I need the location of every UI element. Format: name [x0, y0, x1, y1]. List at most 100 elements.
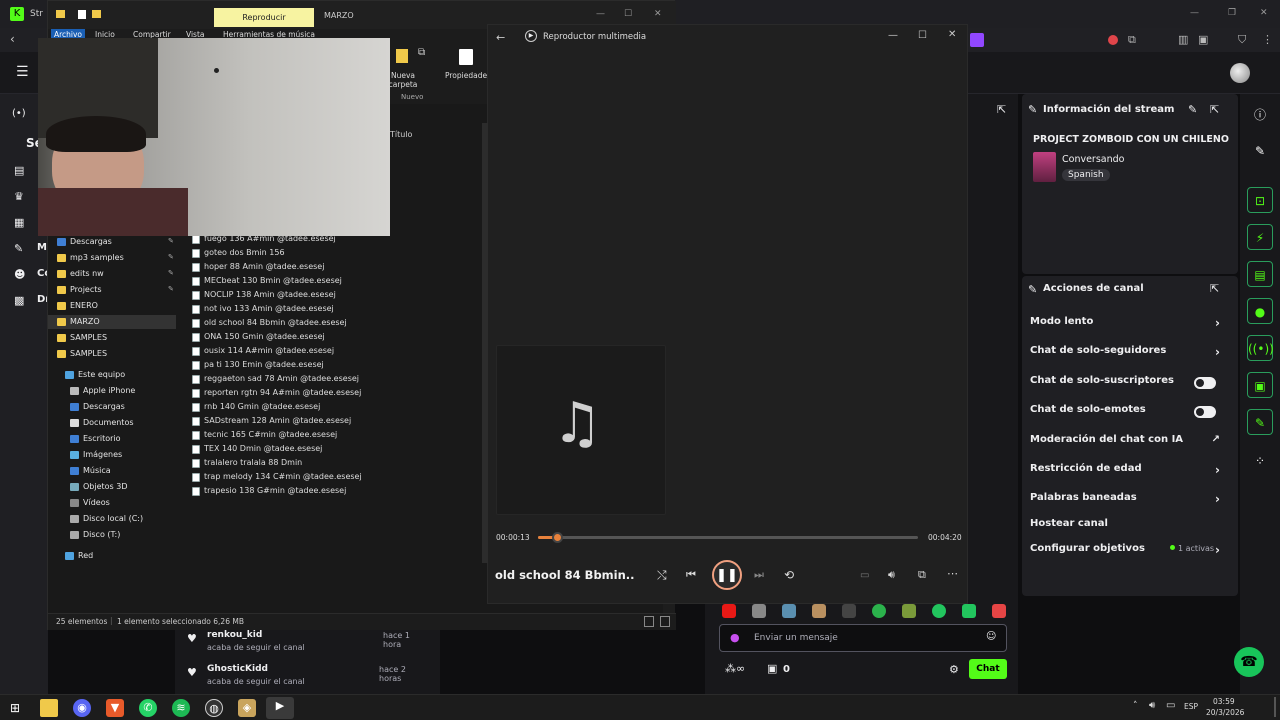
spotify-icon[interactable]: ≋ [172, 699, 190, 717]
emote-icon[interactable] [992, 604, 1006, 618]
file-row[interactable]: old school 84 Bbmin @tadee.esesej [186, 316, 482, 329]
file-row[interactable]: SADstream 128 Amin @tadee.esesej [192, 416, 351, 426]
file-row[interactable]: trapesio 138 G#min @tadee.esesej [192, 486, 346, 496]
brave-icon[interactable]: ▼ [106, 699, 124, 717]
nav-item[interactable]: Imágenes [70, 450, 122, 459]
broadcast-icon[interactable]: ((•)) [1247, 335, 1274, 361]
clock-time[interactable]: 03:59 [1213, 697, 1235, 706]
gift-icon[interactable]: ▣ [767, 662, 777, 675]
nav-item[interactable]: ENERO [57, 301, 98, 310]
emote-icon[interactable] [752, 604, 766, 618]
more-options-icon[interactable]: ⋯ [947, 567, 958, 580]
whatsapp-icon[interactable]: ✆ [139, 699, 157, 717]
media-player-taskbar-icon[interactable]: ▶ [266, 697, 294, 719]
emote-icon[interactable] [872, 604, 886, 618]
nav-item[interactable]: Disco (T:) [70, 530, 120, 539]
clock-date[interactable]: 20/3/2026 [1206, 708, 1244, 717]
chart-icon[interactable]: ▤ [14, 164, 24, 177]
file-row[interactable]: goteo dos Bmin 156 [192, 248, 285, 258]
nav-item[interactable]: Objetos 3D [70, 482, 128, 491]
record-icon[interactable] [1108, 35, 1118, 45]
subtitles-icon[interactable]: ▭ [860, 570, 869, 581]
mic-icon[interactable]: ● [730, 631, 740, 644]
language-indicator[interactable]: ESP [1184, 702, 1198, 711]
properties-icon[interactable] [459, 49, 473, 65]
emotes-only-toggle[interactable] [1194, 406, 1216, 418]
file-row[interactable]: trap melody 134 C#min @tadee.esesej [192, 472, 362, 482]
file-row[interactable]: hoper 88 Amin @tadee.esesej [192, 262, 324, 272]
properties-button[interactable]: Propiedades [445, 71, 491, 80]
broadcast-icon[interactable]: (•) [12, 108, 26, 119]
emote-icon[interactable] [722, 604, 736, 618]
popout-icon[interactable]: ⇱ [1210, 282, 1219, 295]
nav-item[interactable]: SAMPLES [57, 333, 107, 342]
nav-item[interactable]: Projects [57, 285, 102, 294]
lightning-icon[interactable]: ⚡ [1247, 224, 1273, 250]
browser-tab-title[interactable]: Str [30, 9, 43, 19]
app-icon[interactable]: ◈ [238, 699, 256, 717]
minimize-button[interactable]: — [888, 30, 898, 41]
stream-category[interactable]: Conversando [1062, 154, 1124, 165]
close-button[interactable]: ✕ [654, 9, 662, 19]
minimize-button[interactable]: — [596, 9, 605, 19]
edit-icon[interactable]: ✎ [1188, 103, 1197, 116]
notes-icon[interactable]: ▤ [1247, 261, 1273, 287]
pin-icon[interactable]: ✎ [168, 253, 174, 261]
maximize-button[interactable]: ☐ [918, 30, 927, 41]
layout-icon[interactable]: ▣ [1247, 372, 1273, 398]
pin-icon[interactable]: ✎ [168, 237, 174, 245]
nav-item[interactable]: Música [70, 466, 111, 475]
maximize-button[interactable]: ☐ [624, 9, 632, 19]
nav-item[interactable]: Descargas [70, 402, 125, 411]
category-thumbnail[interactable] [1033, 152, 1056, 182]
avatar[interactable] [1230, 63, 1250, 83]
nav-this-pc[interactable]: Este equipo [65, 370, 125, 379]
previous-icon[interactable]: ⏮ [686, 568, 696, 582]
details-view-icon[interactable] [644, 616, 654, 627]
new-folder-button[interactable]: Nueva carpeta [388, 71, 418, 89]
menu-dots-icon[interactable]: ⋮ [1262, 33, 1273, 46]
extension-icon[interactable] [970, 33, 984, 47]
tab-play[interactable]: Reproducir [214, 8, 314, 27]
new-folder-icon[interactable] [92, 10, 101, 18]
file-row[interactable]: not ivo 133 Amin @tadee.esesej [192, 304, 334, 314]
file-row[interactable]: reggaeton sad 78 Amin @tadee.esesej [192, 374, 359, 384]
nav-item[interactable]: Apple iPhone [70, 386, 135, 395]
network-icon[interactable]: ▭ [1166, 700, 1175, 711]
activity-item[interactable]: ♥ renkou_kid acaba de seguir el canal ha… [187, 630, 427, 660]
file-row[interactable]: NOCLIP 138 Amin @tadee.esesej [192, 290, 336, 300]
goals-row[interactable]: Configurar objetivos 1 activas › [1030, 543, 1230, 559]
library-icon[interactable]: ▦ [14, 216, 24, 229]
file-row[interactable]: tecnic 165 C#min @tadee.esesej [192, 430, 337, 440]
file-row[interactable]: MECbeat 130 Bmin @tadee.esesej [192, 276, 342, 286]
nav-item[interactable]: Documentos [70, 418, 134, 427]
volume-icon[interactable]: 🔊︎ [888, 568, 895, 582]
trophy-icon[interactable]: ♛ [14, 190, 24, 203]
age-restriction-row[interactable]: Restricción de edad › [1030, 463, 1230, 479]
emote-icon[interactable] [782, 604, 796, 618]
nav-item[interactable]: Descargas [57, 237, 112, 246]
pause-button[interactable]: ❚❚ [712, 560, 742, 590]
pin-icon[interactable]: ✎ [168, 269, 174, 277]
seek-bar[interactable] [538, 532, 918, 543]
file-row[interactable]: tralalero tralala 88 Dmin [192, 458, 302, 468]
emote-icon[interactable] [932, 604, 946, 618]
properties-icon[interactable] [78, 10, 86, 19]
sidebar-toggle-icon[interactable]: ▥ [1178, 33, 1188, 46]
file-row[interactable]: pa ti 130 Emin @tadee.esesej [192, 360, 324, 370]
chat-bubble-icon[interactable]: ● [1247, 298, 1273, 324]
popout-icon[interactable]: ⇱ [997, 103, 1006, 116]
show-desktop-button[interactable] [1274, 697, 1276, 717]
subscribers-only-row[interactable]: Chat de solo-suscriptores [1030, 375, 1230, 391]
discord-icon[interactable]: ◉ [73, 699, 91, 717]
nav-item[interactable]: edits nw [57, 269, 104, 278]
repeat-off-icon[interactable]: ⟲ [784, 568, 794, 582]
wrench-icon[interactable]: ✎ [14, 242, 23, 255]
tray-chevron-icon[interactable]: ˄ [1133, 701, 1138, 711]
browser-minimize-button[interactable]: — [1190, 8, 1199, 18]
drops-icon[interactable]: ▩ [14, 294, 24, 307]
nav-item[interactable]: Vídeos [70, 498, 110, 507]
emote-icon[interactable] [962, 604, 976, 618]
emoji-icon[interactable]: ☺ [986, 631, 996, 642]
help-fab-icon[interactable]: ☎ [1234, 647, 1264, 677]
